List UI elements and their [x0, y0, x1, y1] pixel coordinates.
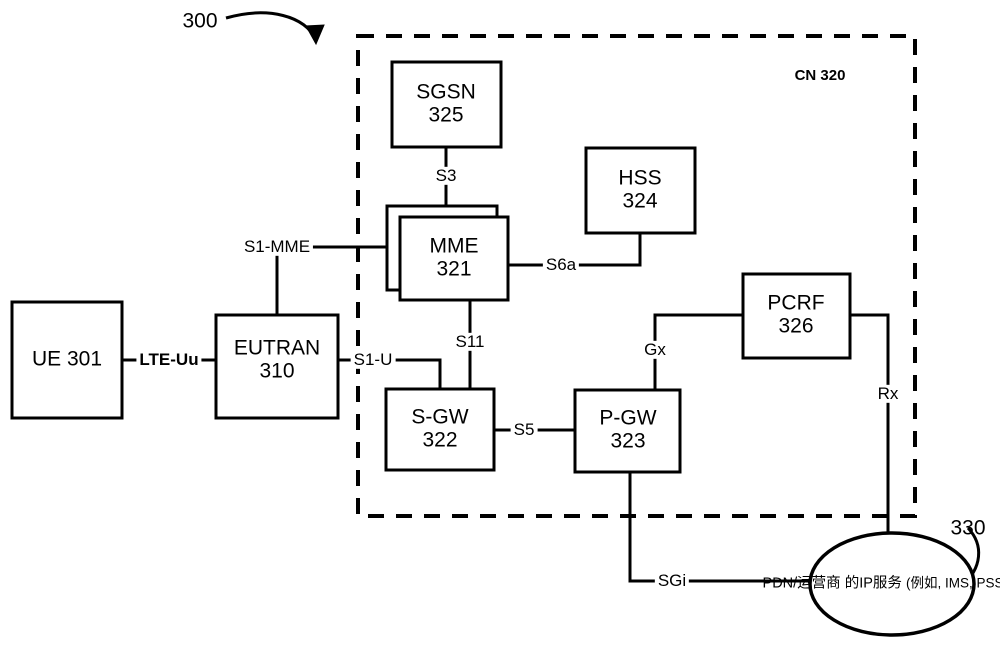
- interface-label-lte-uu: LTE-Uu: [136, 350, 202, 370]
- node-label-eutran-line2: 310: [259, 359, 295, 382]
- node-label-hss-line2: 324: [622, 189, 658, 212]
- node-label-mme-line1: MME: [429, 234, 479, 258]
- node-label-pcrf-line1: PCRF: [767, 291, 825, 315]
- node-label-pcrf-line2: 326: [778, 314, 814, 337]
- ref-300-leader-arrow: [225, 11, 318, 41]
- node-label-ue-line1: UE 301: [31, 347, 103, 371]
- node-label-mme: MME 321: [429, 234, 479, 280]
- interface-label-s5: S5: [510, 420, 538, 440]
- interface-label-s11: S11: [452, 332, 488, 352]
- interface-label-gx: Gx: [641, 340, 669, 360]
- interface-label-rx: Rx: [874, 384, 902, 404]
- ref-330-label: 330: [950, 516, 986, 540]
- node-label-pgw: P-GW 323: [599, 406, 657, 452]
- node-label-sgw-line2: 322: [422, 428, 458, 451]
- node-label-pdn-line1: PDN/运营商: [762, 575, 841, 592]
- ref-300-label: 300: [182, 9, 218, 33]
- node-label-pgw-line1: P-GW: [599, 406, 657, 430]
- node-label-pdn-line2: 的IP服务: [844, 575, 902, 592]
- node-label-pdn-line3: (例如, IMS, PSS等): [905, 575, 1000, 591]
- node-label-hss: HSS 324: [618, 166, 662, 212]
- link-rx: [850, 313, 890, 542]
- interface-label-s3: S3: [432, 166, 460, 186]
- node-label-sgsn: SGSN 325: [416, 80, 476, 126]
- cn-320-label: CN 320: [794, 66, 846, 84]
- interface-label-s1-mme: S1-MME: [240, 237, 314, 257]
- node-label-hss-line1: HSS: [618, 166, 662, 190]
- node-label-pdn-cloud: PDN/运营商 的IP服务 (例如, IMS, PSS等): [763, 573, 1000, 594]
- interface-label-s6a: S6a: [542, 255, 580, 275]
- link-s1-mme: [275, 245, 400, 315]
- node-label-eutran: EUTRAN 310: [233, 336, 321, 382]
- node-label-eutran-line1: EUTRAN: [233, 336, 321, 360]
- node-label-sgw: S-GW 322: [411, 405, 469, 451]
- node-label-sgsn-line1: SGSN: [416, 80, 476, 104]
- node-label-sgw-line1: S-GW: [411, 405, 469, 429]
- figure-canvas: 300 330 CN 320 UE 301 EUTRAN 310 SGSN 32…: [0, 0, 1000, 648]
- node-label-mme-line2: 321: [436, 257, 472, 280]
- node-label-sgsn-line2: 325: [428, 103, 464, 126]
- node-label-pgw-line2: 323: [610, 429, 646, 452]
- diagram-vector-layer: [10, 11, 981, 637]
- interface-label-s1-u: S1-U: [350, 350, 396, 370]
- interface-label-sgi: SGi: [654, 571, 690, 591]
- link-sgi: [628, 472, 812, 583]
- node-label-pcrf: PCRF 326: [767, 291, 825, 337]
- ref-300-arrowhead: [305, 24, 325, 46]
- node-label-ue: UE 301: [31, 347, 103, 372]
